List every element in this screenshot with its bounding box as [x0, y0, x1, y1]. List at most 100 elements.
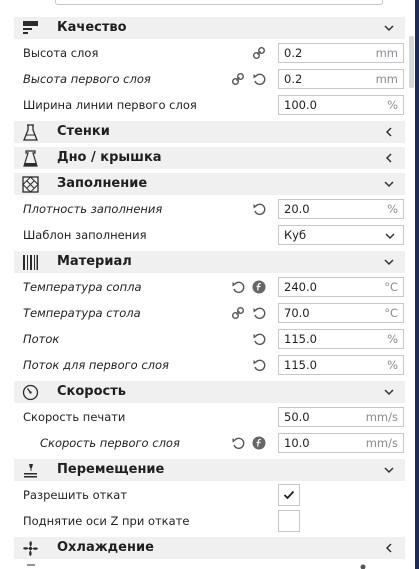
bed-temp-input[interactable]: 70.0 °C [278, 303, 404, 323]
section-title: Дно / крышка [57, 150, 162, 165]
link-icon[interactable] [231, 72, 245, 86]
section-material[interactable]: Материал [14, 251, 405, 273]
setting-label: Ширина линии первого слоя [23, 98, 197, 112]
setting-label: Температура сопла [23, 280, 142, 294]
field-value: 115.0 [284, 358, 317, 372]
field-value: 115.0 [284, 332, 317, 346]
field-unit: mm/s [365, 410, 398, 424]
chevron-down-icon [384, 259, 394, 266]
section-title: Перемещение [57, 462, 165, 477]
field-unit: °C [384, 280, 398, 294]
section-quality[interactable]: Качество [14, 17, 405, 39]
infill-density-input[interactable]: 20.0 % [278, 199, 404, 219]
reset-icon[interactable] [231, 436, 245, 450]
infill-pattern-select[interactable]: Куб [278, 225, 404, 245]
initial-speed-input[interactable]: 10.0 mm/s [278, 433, 404, 453]
section-title: Материал [57, 254, 132, 269]
setting-label: Температура стола [23, 306, 141, 320]
field-unit: % [387, 358, 398, 372]
travel-icon [24, 464, 37, 478]
z-hop-checkbox[interactable] [278, 510, 300, 532]
section-speed[interactable]: Скорость [14, 381, 405, 403]
section-cooling[interactable]: Охлаждение [14, 537, 405, 559]
infill-icon [22, 176, 39, 193]
layer-height-input[interactable]: 0.2 mm [278, 43, 404, 63]
setting-row-initial-line-width: Ширина линии первого слоя 100.0 % [14, 93, 405, 119]
quality-icon [23, 21, 38, 34]
select-value: Куб [284, 228, 307, 242]
setting-row-z-hop: Поднятие оси Z при откате [14, 509, 405, 535]
link-icon[interactable] [231, 306, 245, 320]
section-travel[interactable]: Перемещение [14, 459, 405, 481]
setting-label: Скорость печати [23, 410, 126, 424]
chevron-down-icon [385, 233, 395, 240]
reset-icon[interactable] [252, 72, 266, 86]
setting-label: Скорость первого слоя [40, 436, 180, 450]
next-section-fragment [14, 564, 405, 569]
retraction-checkbox[interactable] [278, 484, 300, 506]
reset-icon[interactable] [252, 332, 266, 346]
field-unit: % [387, 332, 398, 346]
panel-edge-accent [415, 0, 419, 569]
section-title: Качество [57, 20, 127, 35]
support-icon [27, 564, 35, 566]
scrollbar-thumb[interactable] [409, 36, 414, 88]
initial-flow-input[interactable]: 115.0 % [278, 355, 404, 375]
setting-label: Разрешить откат [23, 488, 128, 502]
reset-icon[interactable] [252, 358, 266, 372]
setting-label: Шаблон заполнения [23, 228, 147, 242]
reset-icon[interactable] [252, 306, 266, 320]
setting-row-flow: Поток 115.0 % [14, 327, 405, 353]
field-value: 20.0 [284, 202, 310, 216]
top-bottom-icon [23, 150, 38, 167]
fan-icon [23, 541, 38, 556]
flow-input[interactable]: 115.0 % [278, 329, 404, 349]
section-title: Охлаждение [57, 540, 154, 555]
section-infill[interactable]: Заполнение [14, 173, 405, 195]
setting-label: Плотность заполнения [23, 202, 163, 216]
chevron-down-icon [384, 389, 394, 396]
settings-icon [360, 564, 366, 569]
field-value: 70.0 [284, 306, 310, 320]
section-title: Скорость [57, 384, 126, 399]
field-value: 10.0 [284, 436, 310, 450]
link-icon[interactable] [252, 46, 266, 60]
function-icon[interactable] [252, 280, 266, 294]
function-icon[interactable] [252, 436, 266, 450]
setting-row-retraction: Разрешить откат [14, 483, 405, 509]
material-icon [23, 255, 38, 270]
field-value: 50.0 [284, 410, 310, 424]
setting-row-nozzle-temp: Температура сопла 240.0 °C [14, 275, 405, 301]
field-unit: mm/s [365, 436, 398, 450]
field-unit: % [387, 98, 398, 112]
initial-line-width-input[interactable]: 100.0 % [278, 95, 404, 115]
field-unit: mm [375, 46, 398, 60]
section-top-bottom[interactable]: Дно / крышка [14, 147, 405, 169]
initial-layer-height-input[interactable]: 0.2 mm [278, 69, 404, 89]
nozzle-temp-input[interactable]: 240.0 °C [278, 277, 404, 297]
print-speed-input[interactable]: 50.0 mm/s [278, 407, 404, 427]
section-title: Стенки [57, 124, 110, 139]
field-value: 0.2 [284, 46, 303, 60]
setting-row-infill-density: Плотность заполнения 20.0 % [14, 197, 405, 223]
checkmark-icon [283, 490, 295, 500]
setting-row-bed-temp: Температура стола 70.0 °C [14, 301, 405, 327]
chevron-left-icon [385, 153, 392, 163]
field-unit: % [387, 202, 398, 216]
reset-icon[interactable] [231, 280, 245, 294]
field-value: 240.0 [284, 280, 317, 294]
setting-label: Высота слоя [23, 46, 99, 60]
setting-label: Поток для первого слоя [23, 358, 169, 372]
setting-row-layer-height: Высота слоя 0.2 mm [14, 41, 405, 67]
field-value: 0.2 [284, 72, 303, 86]
section-title: Заполнение [57, 176, 148, 191]
previous-field-frame [55, 0, 383, 5]
chevron-down-icon [384, 467, 394, 474]
chevron-left-icon [385, 543, 392, 553]
setting-label: Поднятие оси Z при откате [23, 514, 190, 528]
section-walls[interactable]: Стенки [14, 121, 405, 143]
field-unit: °C [384, 306, 398, 320]
walls-icon [23, 124, 38, 141]
setting-label: Поток [23, 332, 60, 346]
reset-icon[interactable] [252, 202, 266, 216]
